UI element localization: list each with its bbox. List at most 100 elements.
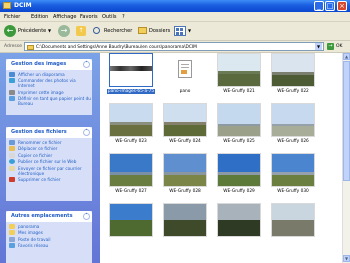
forward-arrow-icon[interactable]: → xyxy=(58,25,70,37)
minimize-button[interactable]: _ xyxy=(314,1,324,11)
maximize-button[interactable]: □ xyxy=(325,1,335,11)
task-email[interactable]: Envoyer ce fichier par courrier électron… xyxy=(6,165,92,176)
menu-outils[interactable]: Outils xyxy=(102,14,116,20)
desktop-icon xyxy=(9,96,15,101)
file-name: WE-Gruffy 030 xyxy=(277,189,309,194)
file-item[interactable]: pano xyxy=(160,53,210,96)
place-label: Mes images xyxy=(18,230,43,235)
file-item[interactable] xyxy=(160,203,210,246)
file-item[interactable]: WE-Gruffy 028 xyxy=(160,153,210,196)
task-delete[interactable]: Supprimer ce fichier xyxy=(6,177,92,182)
globe-icon xyxy=(9,78,15,83)
scroll-up-icon[interactable]: ▲ xyxy=(343,53,350,60)
menu-favoris[interactable]: Favoris xyxy=(80,14,98,20)
file-tasks-title: Gestion des fichiers xyxy=(11,129,67,135)
image-tasks-header[interactable]: Gestion des images ˄ xyxy=(6,59,92,70)
file-item[interactable]: WE-Gruffy 030 xyxy=(268,153,318,196)
other-places-header[interactable]: Autres emplacements ˄ xyxy=(6,211,92,222)
task-slideshow[interactable]: Afficher un diaporama xyxy=(6,71,92,77)
collapse-chevron-icon[interactable]: ˄ xyxy=(83,213,90,220)
folders-button-label[interactable]: Dossiers xyxy=(149,28,170,34)
task-print[interactable]: Imprimer cette image xyxy=(6,89,92,95)
rename-icon xyxy=(9,139,15,145)
address-input[interactable]: C:\Documents and Settings\Anne Baudry\Bu… xyxy=(24,42,324,51)
collapse-chevron-icon[interactable]: ˄ xyxy=(83,129,90,136)
menu-bar: Fichier Edition Affichage Favoris Outils… xyxy=(0,12,350,22)
explorer-window: DCIM _ □ × Fichier Edition Affichage Fav… xyxy=(0,0,350,263)
other-places-title: Autres emplacements xyxy=(11,213,73,219)
thumbnail xyxy=(163,153,207,187)
task-label: Afficher un diaporama xyxy=(18,71,65,77)
views-icon[interactable] xyxy=(174,26,186,36)
views-dropdown-icon[interactable]: ▼ xyxy=(188,28,191,33)
thumbnail xyxy=(217,53,261,87)
globe-icon xyxy=(9,159,15,164)
back-button-label[interactable]: Précédente xyxy=(18,28,46,34)
task-label: Déplacer ce fichier xyxy=(18,146,58,151)
task-label: Commander des photos via Internet xyxy=(18,78,76,88)
folder-up-icon[interactable]: ↑ xyxy=(76,26,86,36)
printer-icon xyxy=(9,89,15,95)
file-item[interactable]: WE-Gruffy 029 xyxy=(214,153,264,196)
menu-affichage[interactable]: Affichage xyxy=(53,14,77,20)
back-dropdown-icon[interactable]: ▼ xyxy=(48,28,51,33)
file-name: WE-Gruffy 026 xyxy=(277,139,309,144)
slideshow-icon xyxy=(9,71,15,77)
file-view: pano-images-65-a-75 pano WE-Gruffy 021 W… xyxy=(100,53,342,263)
go-button-label[interactable]: OK xyxy=(336,44,343,49)
title-bar[interactable]: DCIM _ □ × xyxy=(0,0,350,12)
file-item[interactable]: WE-Gruffy 027 xyxy=(106,153,156,196)
collapse-chevron-icon[interactable]: ˄ xyxy=(83,61,90,68)
search-button-label[interactable]: Rechercher xyxy=(104,28,132,34)
menu-help[interactable]: ? xyxy=(122,14,125,20)
file-name: WE-Gruffy 022 xyxy=(277,89,309,94)
file-item[interactable]: WE-Gruffy 024 xyxy=(160,103,210,146)
thumbnail xyxy=(163,103,207,137)
task-order-prints[interactable]: Commander des photos via Internet xyxy=(6,78,92,88)
thumbnail xyxy=(109,53,153,87)
file-name: pano xyxy=(179,89,191,94)
task-label: Copier ce fichier xyxy=(18,152,53,158)
place-label: Poste de travail xyxy=(18,236,51,242)
thumbnail xyxy=(109,203,153,237)
scroll-down-icon[interactable]: ▼ xyxy=(343,255,350,262)
document-icon xyxy=(178,60,192,78)
file-name: WE-Gruffy 021 xyxy=(223,89,255,94)
file-item[interactable] xyxy=(214,203,264,246)
file-tasks-header[interactable]: Gestion des fichiers ˄ xyxy=(6,127,92,138)
task-label: Définir en tant que papier peint du Bure… xyxy=(18,96,91,106)
place-my-pictures[interactable]: Mes images xyxy=(6,230,92,235)
back-arrow-icon[interactable]: ← xyxy=(4,25,16,37)
folders-icon[interactable] xyxy=(138,27,147,34)
task-move[interactable]: Déplacer ce fichier xyxy=(6,146,92,151)
thumbnail xyxy=(217,203,261,237)
task-label: Imprimer cette image xyxy=(18,89,64,95)
vertical-scrollbar[interactable]: ▲ ▼ xyxy=(342,53,350,263)
go-arrow-icon[interactable]: → xyxy=(327,43,334,50)
place-panorama[interactable]: panorama xyxy=(6,223,92,229)
address-label: Adresse xyxy=(4,43,22,49)
file-item[interactable]: WE-Gruffy 022 xyxy=(268,53,318,96)
thumbnail xyxy=(271,153,315,187)
file-item[interactable]: WE-Gruffy 021 xyxy=(214,53,264,96)
file-item[interactable]: WE-Gruffy 025 xyxy=(214,103,264,146)
address-dropdown-icon[interactable]: ▼ xyxy=(315,43,322,50)
task-rename[interactable]: Renommer ce fichier xyxy=(6,139,92,145)
task-publish[interactable]: Publier ce fichier sur le Web xyxy=(6,159,92,164)
task-copy[interactable]: Copier ce fichier xyxy=(6,152,92,158)
task-set-wallpaper[interactable]: Définir en tant que papier peint du Bure… xyxy=(6,96,92,106)
place-my-computer[interactable]: Poste de travail xyxy=(6,236,92,242)
file-item[interactable]: pano-images-65-a-75 xyxy=(106,53,156,96)
menu-fichier[interactable]: Fichier xyxy=(4,14,20,20)
scrollbar-thumb[interactable] xyxy=(343,61,350,181)
file-item[interactable] xyxy=(268,203,318,246)
file-item[interactable]: WE-Gruffy 026 xyxy=(268,103,318,146)
place-network[interactable]: Favoris réseau xyxy=(6,243,92,248)
thumbnail xyxy=(271,53,315,87)
menu-edition[interactable]: Edition xyxy=(31,14,48,20)
folder-icon xyxy=(27,44,34,50)
close-button[interactable]: × xyxy=(337,1,347,11)
search-icon[interactable] xyxy=(93,27,100,34)
file-item[interactable]: WE-Gruffy 023 xyxy=(106,103,156,146)
file-item[interactable] xyxy=(106,203,156,246)
